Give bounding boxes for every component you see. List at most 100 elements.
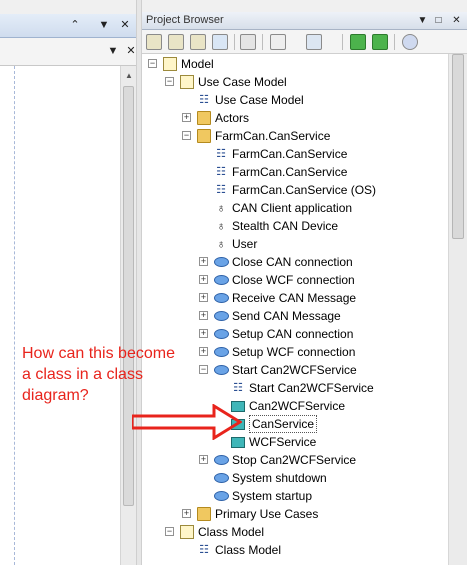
tree-item[interactable]: − Use Case Model — [142, 73, 449, 91]
scrollbar-thumb[interactable] — [123, 86, 134, 506]
tree-item-label: Stealth CAN Device — [232, 219, 339, 233]
toolbar-separator — [262, 34, 263, 50]
folder-icon — [197, 507, 211, 521]
tree-item-label: Close WCF connection — [232, 273, 355, 287]
expand-icon[interactable]: + — [182, 113, 191, 122]
expand-icon[interactable]: + — [199, 275, 208, 284]
close-icon[interactable]: ✕ — [450, 14, 463, 27]
diagram-icon: ☷ — [199, 544, 209, 556]
tree-item-label: FarmCan.CanService — [232, 165, 348, 179]
tree-item[interactable]: − FarmCan.CanService — [142, 127, 449, 145]
actor-icon: ♁ — [216, 201, 226, 215]
tree-item-label: Use Case Model — [215, 93, 304, 107]
tree-item[interactable]: ☷ Class Model — [142, 541, 449, 559]
move-down-icon[interactable] — [372, 34, 388, 50]
tree-item[interactable]: ♁ User — [142, 235, 449, 253]
close-icon[interactable]: ✕ — [118, 18, 132, 32]
pin-icon[interactable]: □ — [432, 14, 445, 27]
chevron-up-icon[interactable]: ⌃ — [68, 18, 82, 32]
use-case-icon — [214, 473, 229, 483]
tree-item-label: Stop Can2WCFService — [232, 453, 357, 467]
find-icon[interactable] — [240, 34, 256, 50]
tree-item-label: System startup — [232, 489, 313, 503]
tree-item[interactable]: + Setup CAN connection — [142, 325, 449, 343]
tree-item[interactable]: ♁ CAN Client application — [142, 199, 449, 217]
use-case-icon — [214, 293, 229, 303]
diagram-icon: ☷ — [216, 148, 226, 160]
tree-item[interactable]: + Setup WCF connection — [142, 343, 449, 361]
view-options-icon[interactable] — [306, 34, 322, 50]
tree-item[interactable]: + Close WCF connection — [142, 271, 449, 289]
tree-item[interactable]: − Start Can2WCFService — [142, 361, 449, 379]
new-package-icon[interactable] — [146, 34, 162, 50]
use-case-icon — [214, 329, 229, 339]
collapse-icon[interactable]: − — [165, 527, 174, 536]
collapse-icon[interactable]: − — [182, 131, 191, 140]
tree-item-label: Send CAN Message — [232, 309, 341, 323]
tree-item-label: Start Can2WCFService — [232, 363, 357, 377]
help-icon[interactable] — [402, 34, 418, 50]
actor-icon: ♁ — [216, 237, 226, 251]
new-diagram-icon[interactable] — [190, 34, 206, 50]
tree-item-label: FarmCan.CanService — [215, 129, 331, 143]
tree-item[interactable]: ☷ FarmCan.CanService — [142, 145, 449, 163]
tree-item[interactable]: ☷ FarmCan.CanService — [142, 163, 449, 181]
tree-item-label: Class Model — [215, 543, 282, 557]
folder-icon — [197, 111, 211, 125]
tree-item[interactable]: ♁ Stealth CAN Device — [142, 217, 449, 235]
expand-icon[interactable]: + — [199, 257, 208, 266]
dropdown-icon[interactable]: ▼ — [97, 18, 111, 32]
tree-item[interactable]: − Model — [142, 55, 449, 73]
tree-item-label: Close CAN connection — [232, 255, 353, 269]
expand-icon[interactable]: + — [199, 455, 208, 464]
tree-item[interactable]: + Actors — [142, 109, 449, 127]
use-case-icon — [214, 491, 229, 501]
tree-item[interactable]: ☷ Use Case Model — [142, 91, 449, 109]
actor-icon: ♁ — [216, 219, 226, 233]
use-case-icon — [214, 347, 229, 357]
tree-item[interactable]: ☷ Start Can2WCFService — [142, 379, 449, 397]
use-case-icon — [214, 275, 229, 285]
tree-item[interactable]: + Receive CAN Message — [142, 289, 449, 307]
tree-item-label: Start Can2WCFService — [249, 381, 374, 395]
tree-item[interactable]: + Send CAN Message — [142, 307, 449, 325]
expand-icon[interactable]: + — [199, 293, 208, 302]
project-browser-titlebar: Project Browser ▼ □ ✕ — [142, 12, 467, 30]
expand-icon[interactable]: + — [199, 329, 208, 338]
dropdown-icon[interactable]: ▼ — [416, 14, 429, 27]
package-icon — [180, 75, 194, 89]
collapse-icon[interactable]: − — [199, 365, 208, 374]
collapse-icon[interactable]: − — [148, 59, 157, 68]
tree-item[interactable]: + Stop Can2WCFService — [142, 451, 449, 469]
tree-item-label: System shutdown — [232, 471, 327, 485]
app-window: ⌃ ▼ ✕ ▼ ✕ ▲ Project Browser ▼ □ ✕ − Mode… — [0, 0, 467, 565]
diagram-icon: ☷ — [216, 166, 226, 178]
package-icon — [180, 525, 194, 539]
new-element-icon[interactable] — [212, 34, 228, 50]
tree-item[interactable]: System shutdown — [142, 469, 449, 487]
project-browser-vertical-scrollbar[interactable] — [449, 54, 467, 565]
new-view-icon[interactable] — [168, 34, 184, 50]
canvas-guide-line — [14, 66, 15, 565]
tree-item-label: Setup WCF connection — [232, 345, 356, 359]
diagram-pane: ⌃ ▼ ✕ ▼ ✕ ▲ — [0, 0, 141, 565]
tree-item[interactable]: System startup — [142, 487, 449, 505]
diagram-canvas[interactable] — [0, 66, 120, 565]
scroll-up-icon[interactable]: ▲ — [121, 68, 137, 84]
tree-item[interactable]: + Close CAN connection — [142, 253, 449, 271]
move-up-icon[interactable] — [350, 34, 366, 50]
expand-icon[interactable]: + — [182, 509, 191, 518]
diagram-vertical-scrollbar[interactable]: ▲ — [120, 66, 136, 565]
dropdown-icon[interactable]: ▼ — [106, 44, 120, 58]
collapse-icon[interactable]: − — [165, 77, 174, 86]
tree-item[interactable]: ☷ FarmCan.CanService (OS) — [142, 181, 449, 199]
tree-item[interactable]: + Primary Use Cases — [142, 505, 449, 523]
scrollbar-thumb[interactable] — [452, 54, 464, 239]
tree-item-label: Can2WCFService — [249, 399, 346, 413]
expand-icon[interactable]: + — [199, 311, 208, 320]
use-case-icon — [214, 257, 229, 267]
edit-icon[interactable] — [270, 34, 286, 50]
project-browser-title: Project Browser — [146, 14, 224, 26]
expand-icon[interactable]: + — [199, 347, 208, 356]
tree-item[interactable]: − Class Model — [142, 523, 449, 541]
